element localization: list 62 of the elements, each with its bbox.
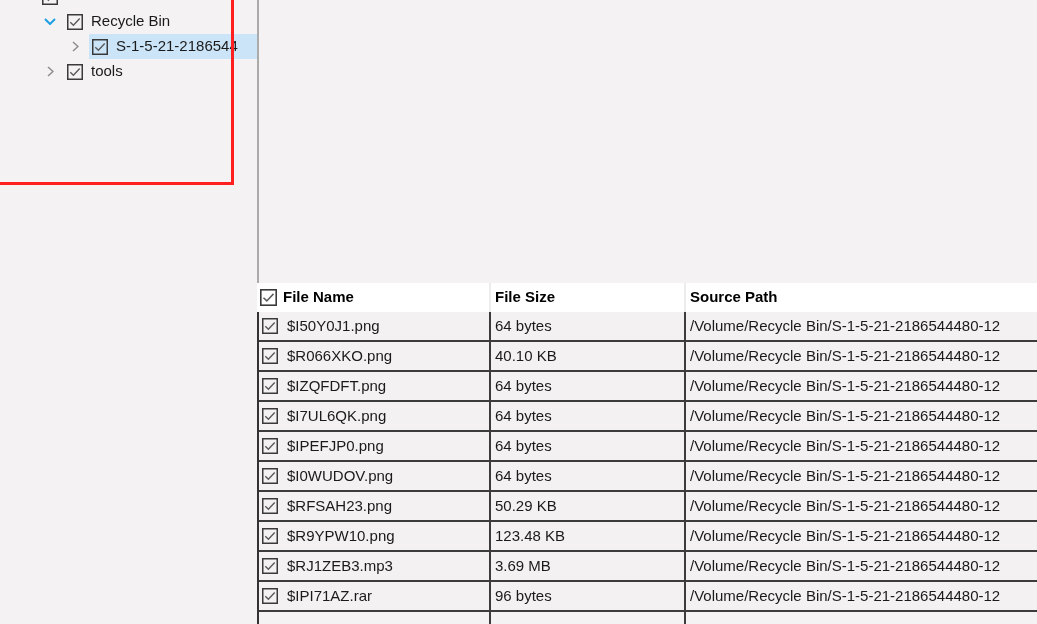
row-checkbox[interactable]	[262, 378, 278, 394]
source-path: /Volume/Recycle Bin/S-1-5-21-2186544480-12	[690, 555, 1001, 576]
table-row[interactable]: $RFSAH23.png 50.29 KB /Volume/Recycle Bin/S-1-5-21-2186544480-12	[259, 492, 1037, 522]
column-header[interactable]: File Name	[283, 286, 354, 309]
file-name: $R9YPW10.png	[287, 525, 395, 546]
table-row[interactable]: $IZQFDFT.png 64 bytes /Volume/Recycle Bin/S-1-5-21-2186544480-12	[259, 372, 1037, 402]
file-name: $I50Y0J1.png	[287, 315, 380, 336]
table-row[interactable]: $I7UL6QK.png 64 bytes /Volume/Recycle Bin/S-1-5-21-2186544480-12	[259, 402, 1037, 432]
file-size: 50.29 KB	[495, 495, 557, 516]
row-checkbox[interactable]	[262, 588, 278, 604]
table-row[interactable]: $R9YPW10.png 123.48 KB /Volume/Recycle Bin/S-1-5-21-2186544480-12	[259, 522, 1037, 552]
column-header[interactable]: Source Path	[690, 286, 778, 309]
row-checkbox[interactable]	[262, 348, 278, 364]
checkbox[interactable]	[67, 63, 83, 80]
file-name: $IPI71AZ.rar	[287, 585, 373, 606]
source-path: /Volume/Recycle Bin/S-1-5-21-2186544480-12	[690, 375, 1001, 396]
file-size: 64 bytes	[495, 465, 552, 486]
source-path: /Volume/Recycle Bin/S-1-5-21-2186544480-12	[690, 405, 1001, 426]
row-checkbox[interactable]	[262, 528, 278, 544]
chevron-right-icon[interactable]	[71, 41, 79, 52]
file-name: $IPEFJP0.png	[287, 435, 384, 456]
file-size: 3.69 MB	[495, 555, 551, 576]
file-size: 40.10 KB	[495, 345, 557, 366]
file-name: $RJ1ZEB3.mp3	[287, 555, 393, 576]
table-row[interactable]: $R066XKO.png 40.10 KB /Volume/Recycle Bin/S-1-5-21-2186544480-12	[259, 342, 1037, 372]
file-size: 96 bytes	[495, 585, 552, 606]
source-path: /Volume/Recycle Bin/S-1-5-21-2186544480-12	[690, 315, 1001, 336]
file-name: $RFSAH23.png	[287, 495, 393, 516]
row-checkbox[interactable]	[262, 318, 278, 334]
file-name: $IZQFDFT.png	[287, 375, 387, 396]
file-size: 64 bytes	[495, 405, 552, 426]
source-path: /Volume/Recycle Bin/S-1-5-21-2186544480-12	[690, 495, 1001, 516]
table-row[interactable]: $I0WUDOV.png 64 bytes /Volume/Recycle Bin/S-1-5-21-2186544480-12	[259, 462, 1037, 492]
file-size: 123.48 KB	[495, 525, 566, 546]
source-path: /Volume/Recycle Bin/S-1-5-21-2186544480-12	[690, 345, 1001, 366]
chevron-right-icon[interactable]	[46, 66, 54, 77]
file-size: 64 bytes	[495, 375, 552, 396]
source-path: /Volume/Recycle Bin/S-1-5-21-2186544480-12	[690, 525, 1001, 546]
file-name: $I0WUDOV.png	[287, 465, 394, 486]
row-checkbox[interactable]	[262, 468, 278, 484]
file-size: 64 bytes	[495, 435, 552, 456]
file-name: $I7UL6QK.png	[287, 405, 387, 426]
row-checkbox[interactable]	[262, 498, 278, 514]
row-checkbox[interactable]	[262, 408, 278, 424]
table-row[interactable]: $IPEFJP0.png 64 bytes /Volume/Recycle Bin/S-1-5-21-2186544480-12	[259, 432, 1037, 462]
table-row[interactable]: $RJ1ZEB3.mp3 3.69 MB /Volume/Recycle Bin/S-1-5-21-2186544480-12	[259, 552, 1037, 582]
checkbox[interactable]	[67, 13, 83, 30]
source-path: /Volume/Recycle Bin/S-1-5-21-2186544480-12	[690, 435, 1001, 456]
select-all-checkbox[interactable]	[260, 289, 277, 306]
column-header[interactable]: File Size	[495, 286, 556, 309]
chevron-down-icon[interactable]	[44, 18, 56, 25]
source-path: /Volume/Recycle Bin/S-1-5-21-2186544480-12	[690, 465, 1001, 486]
source-path: /Volume/Recycle Bin/S-1-5-21-2186544480-12	[690, 585, 1001, 606]
row-checkbox[interactable]	[262, 558, 278, 574]
file-name: $R066XKO.png	[287, 345, 393, 366]
row-checkbox[interactable]	[262, 438, 278, 454]
tree-item[interactable]: Recycle Bin	[64, 9, 175, 34]
table-row[interactable]: $IPI71AZ.rar 96 bytes /Volume/Recycle Bin/S-1-5-21-2186544480-12	[259, 582, 1037, 612]
checkbox[interactable]	[92, 38, 108, 55]
table-row[interactable]: $I50Y0J1.png 64 bytes /Volume/Recycle Bin/S-1-5-21-2186544480-12	[259, 312, 1037, 342]
file-size: 64 bytes	[495, 315, 552, 336]
tree-item[interactable]: tools	[64, 59, 127, 84]
